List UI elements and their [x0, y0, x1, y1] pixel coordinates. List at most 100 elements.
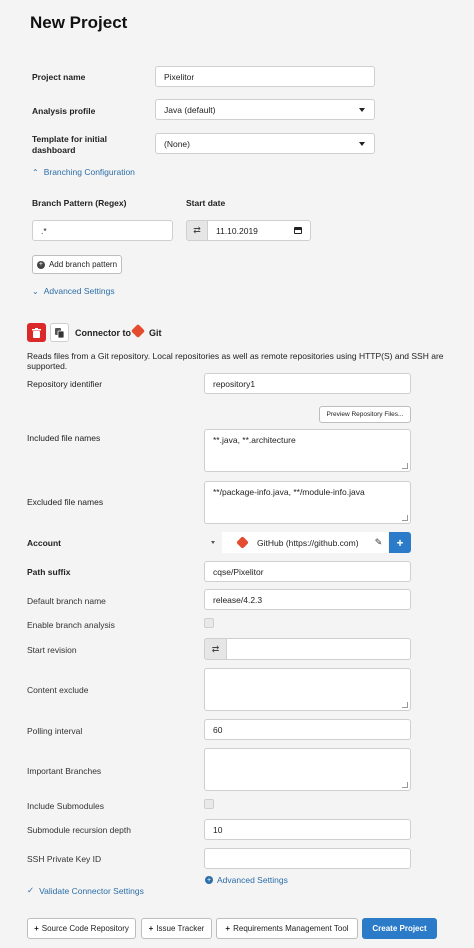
add-issue-tracker-button[interactable]: + Issue Tracker: [141, 918, 212, 939]
default-branch-value: release/4.2.3: [213, 594, 263, 605]
polling-interval-input[interactable]: 60: [204, 719, 411, 740]
validate-connector-settings[interactable]: ✓ Validate Connector Settings: [27, 885, 144, 896]
repository-identifier-label: Repository identifier: [27, 379, 103, 389]
advanced-settings-toggle[interactable]: ⌄ Advanced Settings: [32, 286, 115, 296]
project-name-value: Pixelitor: [164, 71, 195, 82]
submodule-recursion-depth-value: 10: [213, 824, 223, 835]
branch-pattern-value: .*: [41, 225, 47, 236]
add-account-button[interactable]: +: [389, 532, 411, 553]
connector-description: Reads files from a Git repository. Local…: [27, 351, 444, 371]
default-branch-input[interactable]: release/4.2.3: [204, 589, 411, 610]
edit-icon: ✎: [374, 537, 383, 547]
delete-connector-button[interactable]: [27, 323, 46, 342]
path-suffix-label: Path suffix: [27, 567, 71, 577]
project-name-label: Project name: [32, 72, 86, 82]
path-suffix-value: cqse/Pixelitor: [213, 566, 264, 577]
path-suffix-input[interactable]: cqse/Pixelitor: [204, 561, 411, 582]
excluded-file-names-textarea[interactable]: **/package-info.java, **/module-info.jav…: [204, 481, 411, 524]
account-label: Account: [27, 538, 61, 548]
polling-interval-label: Polling interval: [27, 726, 83, 736]
resize-handle-icon[interactable]: [402, 463, 408, 469]
included-file-names-label: Included file names: [27, 433, 101, 443]
add-requirements-management-tool-button[interactable]: + Requirements Management Tool: [216, 918, 358, 939]
start-date-label: Start date: [186, 198, 226, 208]
include-submodules-label: Include Submodules: [27, 801, 105, 811]
submodule-recursion-depth-input[interactable]: 10: [204, 819, 411, 840]
plus-circle-icon: +: [36, 260, 45, 269]
connector-title: Connector to: [75, 328, 131, 338]
swap-icon[interactable]: ⇄: [204, 638, 227, 660]
plus-circle-icon: +: [205, 876, 213, 884]
add-source-code-repository-button[interactable]: + Source Code Repository: [27, 918, 136, 939]
check-icon: ✓: [27, 885, 35, 895]
repository-identifier-input[interactable]: repository1: [204, 373, 411, 394]
template-label: Template for initial dashboard: [32, 134, 107, 156]
resize-handle-icon[interactable]: [402, 782, 408, 788]
excluded-file-names-value: **/package-info.java, **/module-info.jav…: [213, 487, 365, 497]
ssh-private-key-input[interactable]: [204, 848, 411, 869]
template-label-line2: dashboard: [32, 145, 76, 155]
include-submodules-checkbox[interactable]: [204, 799, 214, 809]
resize-handle-icon[interactable]: [402, 702, 408, 708]
important-branches-label: Important Branches: [27, 766, 102, 776]
create-project-button[interactable]: Create Project: [362, 918, 437, 939]
requirements-management-tool-label: Requirements Management Tool: [233, 924, 349, 933]
branch-pattern-input[interactable]: .*: [32, 220, 173, 241]
connector-advanced-settings-link[interactable]: Advanced Settings: [217, 875, 288, 885]
analysis-profile-select[interactable]: Java (default): [155, 99, 375, 120]
important-branches-textarea[interactable]: [204, 748, 411, 791]
plus-icon: +: [225, 924, 231, 933]
start-revision-input[interactable]: [226, 638, 411, 660]
plus-icon: +: [396, 535, 404, 550]
add-branch-pattern-button[interactable]: + Add branch pattern: [32, 255, 122, 274]
plus-icon: +: [148, 924, 154, 933]
validate-connector-settings-link[interactable]: Validate Connector Settings: [39, 886, 144, 896]
git-logo-icon: [130, 323, 146, 339]
excluded-file-names-label: Excluded file names: [27, 497, 104, 507]
template-label-line1: Template for initial: [32, 134, 107, 144]
template-value: (None): [164, 138, 190, 149]
copy-icon: [55, 327, 64, 338]
account-dropdown-toggle[interactable]: [204, 532, 222, 553]
page-title: New Project: [30, 13, 128, 32]
git-logo-icon: [236, 536, 249, 549]
trash-icon: [32, 327, 41, 338]
issue-tracker-label: Issue Tracker: [156, 924, 205, 933]
plus-icon: +: [34, 924, 39, 933]
repository-identifier-value: repository1: [213, 378, 256, 389]
source-code-repository-label: Source Code Repository: [41, 924, 129, 933]
branching-configuration-link[interactable]: Branching Configuration: [44, 167, 135, 177]
preview-repository-files-button[interactable]: Preview Repository Files...: [319, 406, 411, 423]
start-revision-label: Start revision: [27, 645, 77, 655]
git-label: Git: [149, 328, 162, 338]
analysis-profile-label: Analysis profile: [32, 106, 96, 116]
chevron-up-icon: ⌃: [32, 167, 39, 177]
resize-handle-icon[interactable]: [402, 515, 408, 521]
included-file-names-textarea[interactable]: **.java, **.architecture: [204, 429, 411, 472]
branching-configuration-toggle[interactable]: ⌃ Branching Configuration: [32, 167, 135, 177]
chevron-down-icon: ⌄: [32, 286, 39, 296]
edit-account-button[interactable]: ✎: [369, 532, 388, 553]
included-file-names-value: **.java, **.architecture: [213, 435, 296, 445]
default-branch-label: Default branch name: [27, 596, 106, 606]
chevron-down-icon: [359, 142, 365, 146]
submodule-recursion-depth-label: Submodule recursion depth: [27, 825, 131, 835]
analysis-profile-value: Java (default): [164, 104, 216, 115]
connector-advanced-settings-toggle[interactable]: + Advanced Settings: [205, 875, 288, 885]
copy-connector-button[interactable]: [50, 323, 69, 342]
enable-branch-analysis-checkbox[interactable]: [204, 618, 214, 628]
swap-icon[interactable]: ⇄: [186, 220, 208, 241]
enable-branch-analysis-label: Enable branch analysis: [27, 620, 115, 630]
project-name-input[interactable]: Pixelitor: [155, 66, 375, 87]
start-date-input[interactable]: 11.10.2019: [207, 220, 311, 241]
template-select[interactable]: (None): [155, 133, 375, 154]
advanced-settings-link[interactable]: Advanced Settings: [44, 286, 115, 296]
account-select[interactable]: GitHub (https://github.com): [222, 532, 369, 553]
branch-pattern-label: Branch Pattern (Regex): [32, 198, 127, 208]
chevron-down-icon: [359, 108, 365, 112]
account-value: GitHub (https://github.com): [257, 537, 359, 548]
caret-down-icon: [211, 541, 215, 544]
polling-interval-value: 60: [213, 724, 223, 735]
content-exclude-textarea[interactable]: [204, 668, 411, 711]
calendar-icon[interactable]: [294, 227, 302, 234]
